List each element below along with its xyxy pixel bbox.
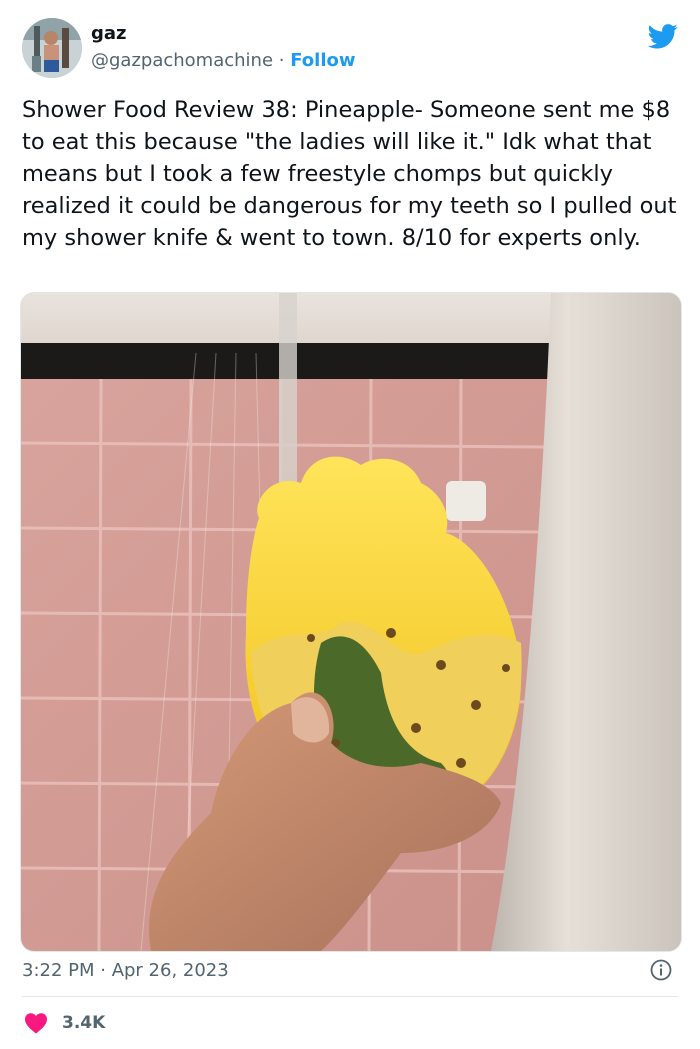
author-handle[interactable]: @gazpachomachine xyxy=(91,50,273,71)
divider xyxy=(22,996,678,997)
author-handle-row: @gazpachomachine · Follow xyxy=(91,50,356,71)
tweet-header: gaz @gazpachomachine · Follow xyxy=(22,18,678,80)
follow-button[interactable]: Follow xyxy=(290,50,355,71)
tweet-photo[interactable] xyxy=(20,292,682,952)
separator-dot: · xyxy=(278,50,285,71)
avatar[interactable] xyxy=(22,18,82,78)
tweet-text: Shower Food Review 38: Pineapple- Someon… xyxy=(22,97,684,251)
like-button[interactable]: 3.4K xyxy=(24,1012,105,1034)
heart-icon xyxy=(25,1013,47,1034)
info-icon[interactable] xyxy=(650,959,672,981)
twitter-bird-icon[interactable] xyxy=(648,24,678,49)
like-count: 3.4K xyxy=(62,1013,106,1033)
tweet-timestamp[interactable]: 3:22 PM · Apr 26, 2023 xyxy=(22,960,229,981)
author-name[interactable]: gaz xyxy=(91,23,127,44)
